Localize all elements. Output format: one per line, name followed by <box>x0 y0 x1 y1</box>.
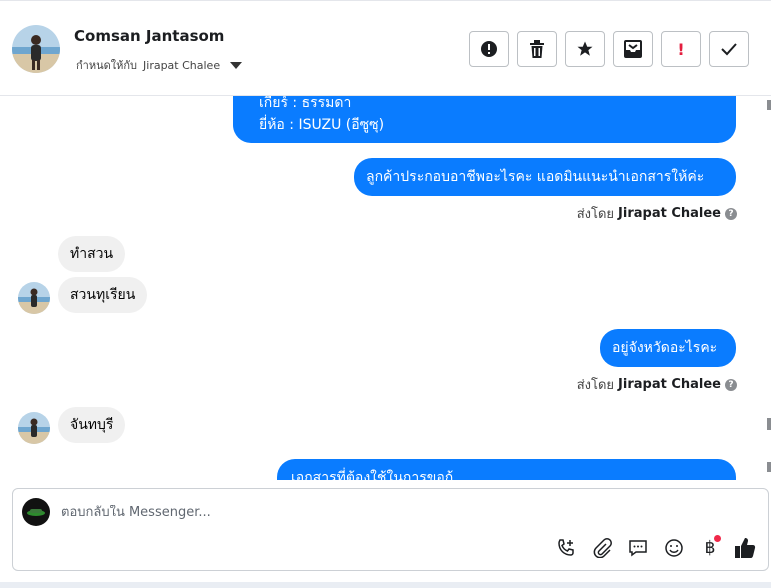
incoming-message: จันทบุรี <box>58 407 126 443</box>
page-logo <box>22 498 50 526</box>
help-icon[interactable]: ? <box>725 378 737 391</box>
contact-avatar-small <box>18 412 50 444</box>
reply-composer: ฿ <box>12 488 769 571</box>
exclamation-icon: ! <box>677 39 685 59</box>
archive-icon <box>624 40 642 58</box>
phone-plus-icon <box>558 539 574 556</box>
scrollbar-marker[interactable] <box>767 462 771 472</box>
footer-strip <box>0 582 771 588</box>
caret-down-icon <box>230 61 243 69</box>
emoji-icon <box>665 539 683 557</box>
paperclip-icon <box>593 538 612 558</box>
sent-by-info: ส่งโดย Jirapat Chalee ? <box>577 374 737 395</box>
saved-replies-button[interactable] <box>627 537 649 559</box>
assignee-dropdown[interactable]: กำหนดให้กับ Jirapat Chalee <box>76 56 243 74</box>
assign-prefix: กำหนดให้กับ <box>76 59 138 72</box>
trash-icon <box>530 40 544 58</box>
assignee-name: Jirapat Chalee <box>143 58 221 72</box>
delete-button[interactable] <box>517 31 557 67</box>
contact-avatar-small <box>18 282 50 314</box>
info-button[interactable] <box>469 31 509 67</box>
attach-button[interactable] <box>591 537 613 559</box>
star-button[interactable] <box>565 31 605 67</box>
check-icon <box>721 43 737 56</box>
outgoing-message: ลูกค้าประกอบอาชีพอะไรคะ แอดมินแนะนำเอกสา… <box>354 158 736 196</box>
emoji-button[interactable] <box>663 537 685 559</box>
star-icon <box>577 41 593 56</box>
reply-input[interactable] <box>61 505 561 520</box>
message-thread[interactable]: เกียร์ : ธรรมดา ยี่ห้อ : ISUZU (อีซูซุ) … <box>0 96 771 480</box>
sent-by-name: Jirapat Chalee <box>618 206 721 221</box>
archive-button[interactable] <box>613 31 653 67</box>
outgoing-message: เกียร์ : ธรรมดา ยี่ห้อ : ISUZU (อีซูซุ) <box>233 96 736 143</box>
outgoing-message: เอกสารที่ต้องใช้ในการขอกู้ <box>277 459 736 480</box>
message-line: ยี่ห้อ : ISUZU (อีซูซุ) <box>259 117 385 133</box>
thumbs-up-icon <box>735 538 756 558</box>
like-button[interactable] <box>734 537 756 559</box>
outgoing-message: อยู่จังหวัดอะไรคะ <box>600 329 736 367</box>
incoming-message: สวนทุเรียน <box>58 277 148 313</box>
notification-dot <box>714 535 721 542</box>
incoming-message: ทำสวน <box>58 236 126 272</box>
sent-by-label: ส่งโดย <box>576 207 615 222</box>
chat-bubble-icon <box>629 540 647 557</box>
mark-important-button[interactable]: ! <box>661 31 701 67</box>
scrollbar-marker[interactable] <box>767 100 771 110</box>
baht-icon: ฿ <box>704 538 716 558</box>
contact-avatar[interactable] <box>12 25 60 73</box>
sent-by-label: ส่งโดย <box>576 378 615 393</box>
payment-button[interactable]: ฿ <box>699 535 721 559</box>
contact-name: Comsan Jantasom <box>74 27 225 45</box>
phone-plus-button[interactable] <box>555 537 577 559</box>
scrollbar-marker[interactable] <box>767 418 771 430</box>
mark-done-button[interactable] <box>709 31 749 67</box>
conversation-header: Comsan Jantasom กำหนดให้กับ Jirapat Chal… <box>0 0 771 96</box>
help-icon[interactable]: ? <box>725 207 737 220</box>
sent-by-name: Jirapat Chalee <box>618 377 721 392</box>
message-line: เกียร์ : ธรรมดา <box>259 96 352 111</box>
info-icon <box>481 41 497 57</box>
sent-by-info: ส่งโดย Jirapat Chalee ? <box>577 203 737 224</box>
